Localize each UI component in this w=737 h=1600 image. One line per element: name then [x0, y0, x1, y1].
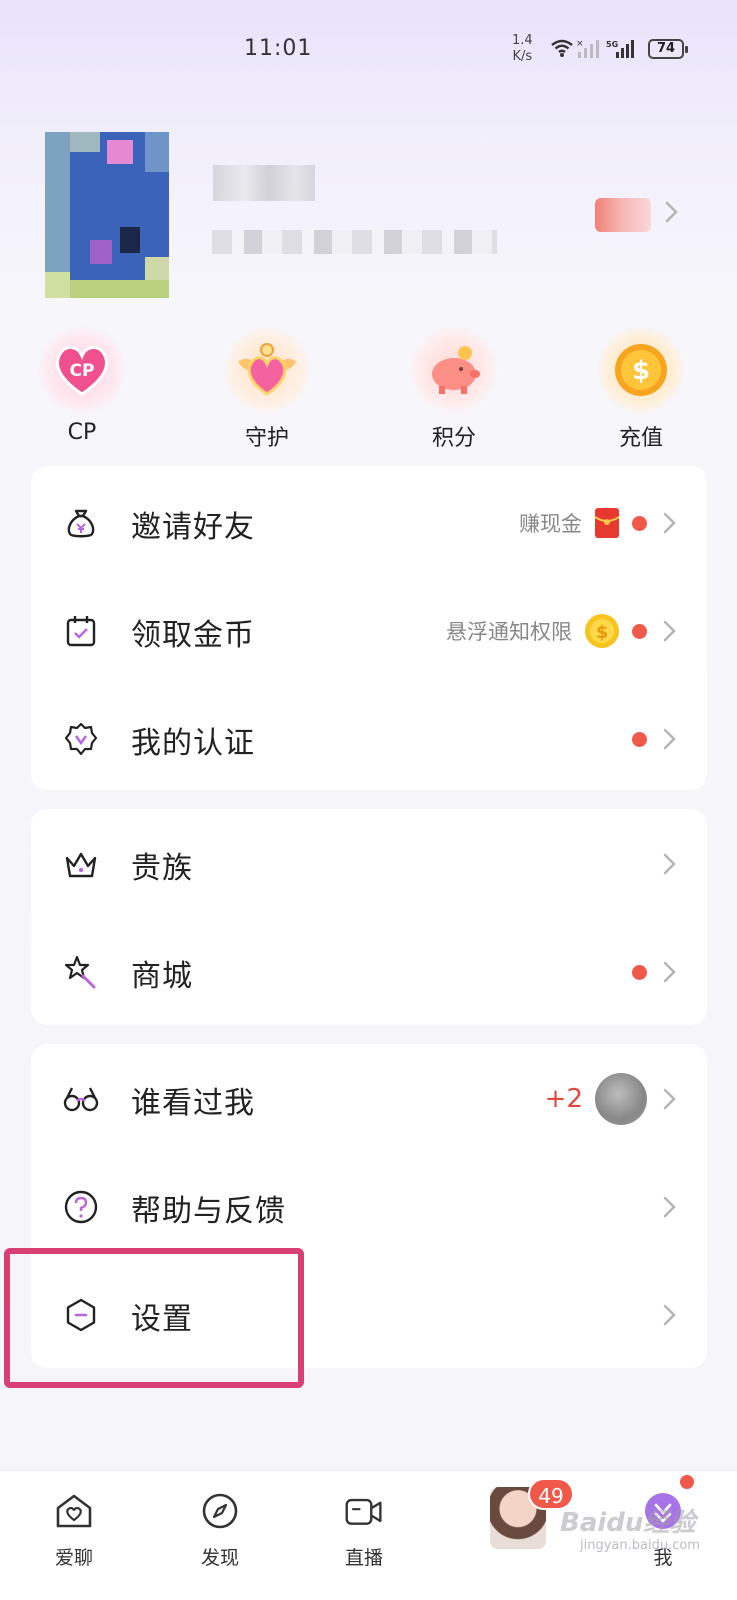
menu-item-coins[interactable]: 领取金币 悬浮通知权限 $: [31, 576, 707, 686]
menu-hint: 赚现金: [519, 512, 582, 536]
svg-text:$: $: [632, 356, 650, 386]
svg-text:5G: 5G: [606, 40, 618, 49]
profile-avatar[interactable]: [45, 132, 169, 298]
menu-label: 帮助与反馈: [131, 1194, 286, 1229]
cp-heart-icon: CP: [38, 326, 126, 414]
baidu-watermark-url: jingyan.baidu.com: [580, 1538, 700, 1553]
compass-icon: [202, 1493, 238, 1529]
chevron-right-icon: [663, 512, 676, 534]
quick-points[interactable]: 积分: [399, 326, 509, 452]
status-bar: 11:01 1.4 K/s × 5G 74: [0, 0, 737, 100]
menu-card-2: 贵族 商城: [31, 809, 707, 1025]
wifi-icon: [551, 39, 573, 57]
menu-item-visitors[interactable]: 谁看过我 +2: [31, 1044, 707, 1154]
home-heart-icon: [56, 1494, 92, 1528]
menu-item-help[interactable]: 帮助与反馈: [31, 1152, 707, 1262]
notification-dot: [632, 515, 647, 531]
glasses-icon: [63, 1087, 99, 1112]
quick-label-guard: 守护: [244, 426, 289, 451]
money-bag-icon: [67, 509, 95, 538]
notification-dot: [632, 731, 647, 747]
quick-cp[interactable]: CP CP: [27, 326, 137, 445]
profile-id: [212, 230, 497, 254]
quick-label-points: 积分: [431, 426, 476, 451]
gold-coin-icon: $: [597, 326, 685, 414]
menu-label: 商城: [131, 959, 193, 994]
visitor-avatar: [595, 1073, 647, 1125]
network-speed-value: 1.4: [512, 33, 533, 48]
quick-label-cp: CP: [67, 420, 97, 445]
chevron-right-icon: [663, 961, 676, 983]
signal-sim1-icon: ×: [576, 39, 599, 58]
menu-label: 贵族: [131, 851, 193, 886]
guard-heart-wings-icon: [223, 326, 311, 414]
menu-item-noble[interactable]: 贵族: [31, 809, 707, 919]
network-speed: 1.4 K/s: [512, 33, 533, 65]
nav-discover[interactable]: 发现: [170, 1471, 270, 1600]
verified-badge-icon: [64, 722, 98, 756]
help-question-icon: [64, 1190, 98, 1224]
quick-actions: CP CP 守护 积分 $ 充值: [0, 326, 737, 456]
signal-5g-icon: 5G: [606, 40, 634, 58]
quick-label-recharge: 充值: [618, 426, 663, 451]
video-camera-icon: [345, 1498, 382, 1525]
baidu-watermark: Baidu经验: [560, 1508, 696, 1538]
nav-label: 爱聊: [54, 1547, 93, 1569]
nav-chat[interactable]: 爱聊: [24, 1471, 124, 1600]
menu-label: 领取金币: [131, 618, 255, 653]
red-envelope-icon: [594, 508, 620, 538]
menu-label: 邀请好友: [131, 510, 255, 545]
notification-dot: [632, 964, 647, 980]
calendar-check-icon: [66, 616, 96, 647]
svg-text:CP: CP: [70, 361, 95, 381]
piggy-bank-icon: [410, 326, 498, 414]
nav-label: 发现: [200, 1547, 239, 1569]
coin-icon: $: [585, 614, 619, 648]
chevron-right-icon: [663, 1196, 676, 1218]
chevron-right-icon: [663, 1088, 676, 1110]
network-speed-unit: K/s: [512, 49, 533, 64]
nav-live[interactable]: 直播: [314, 1471, 414, 1600]
menu-label: 谁看过我: [131, 1086, 255, 1121]
notification-dot: [680, 1475, 694, 1489]
visitor-count: +2: [544, 1084, 583, 1114]
menu-item-mall[interactable]: 商城: [31, 917, 707, 1027]
svg-text:$: $: [596, 622, 609, 643]
menu-hint: 悬浮通知权限: [446, 620, 572, 644]
profile-name: [213, 165, 315, 201]
quick-recharge[interactable]: $ 充值: [586, 326, 696, 452]
chevron-right-icon: [663, 728, 676, 750]
quick-guard[interactable]: 守护: [212, 326, 322, 452]
chevron-right-icon: [663, 620, 676, 642]
chevron-right-icon: [663, 853, 676, 875]
svg-text:×: ×: [576, 39, 584, 49]
settings-highlight-annotation: [4, 1248, 304, 1388]
menu-item-verify[interactable]: 我的认证: [31, 684, 707, 794]
menu-label: 我的认证: [131, 726, 255, 761]
magic-wand-star-icon: [64, 955, 96, 989]
notification-dot: [632, 623, 647, 639]
crown-icon: [65, 852, 97, 878]
nav-label: 直播: [344, 1547, 383, 1569]
profile-chevron-icon[interactable]: [664, 200, 680, 224]
profile-badge[interactable]: [595, 198, 651, 232]
menu-item-invite[interactable]: 邀请好友 赚现金: [31, 468, 707, 578]
battery-indicator: 74: [648, 39, 688, 59]
chevron-right-icon: [663, 1304, 676, 1326]
status-time: 11:01: [244, 36, 313, 61]
menu-card-1: 邀请好友 赚现金 领取金币 悬浮通知权限 $ 我的认证: [31, 466, 707, 790]
